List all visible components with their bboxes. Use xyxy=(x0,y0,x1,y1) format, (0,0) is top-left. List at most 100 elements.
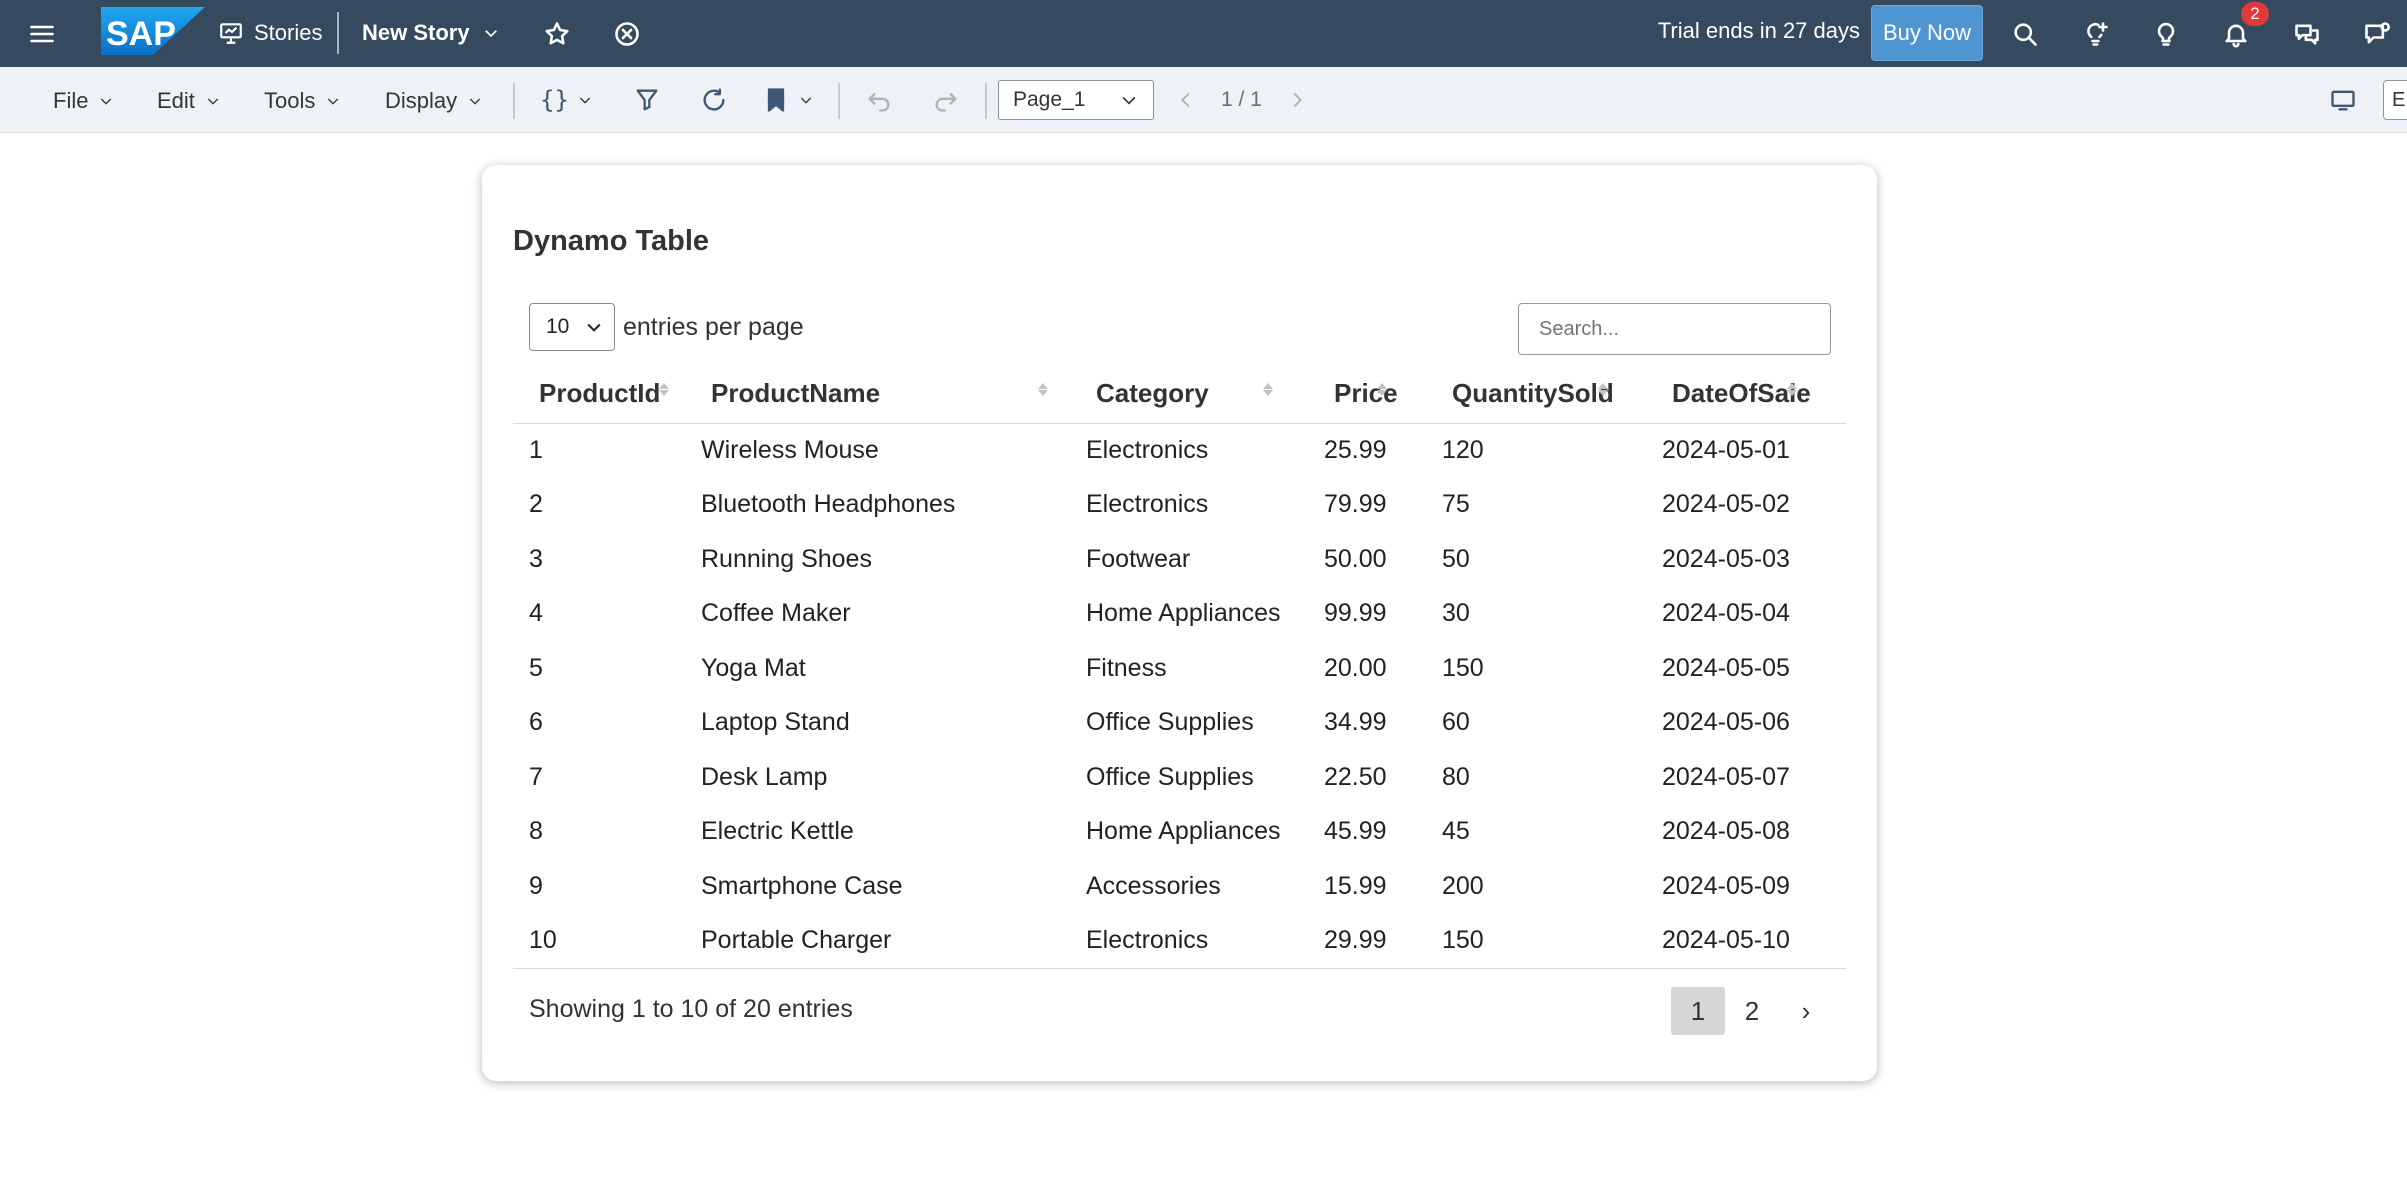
cell-productname: Bluetooth Headphones xyxy=(701,490,956,519)
cell-productid: 4 xyxy=(529,599,543,628)
page-button-1[interactable]: 1 xyxy=(1671,987,1725,1035)
cell-quantitysold: 150 xyxy=(1442,653,1484,682)
table-row: 4 Coffee Maker Home Appliances 99.99 30 2024-… xyxy=(513,587,1846,642)
cell-price: 22.50 xyxy=(1324,762,1387,791)
cell-productid: 3 xyxy=(529,544,543,573)
previous-page-button[interactable] xyxy=(1175,84,1197,116)
cell-productid: 1 xyxy=(529,436,543,464)
column-header-productname[interactable]: ProductName xyxy=(685,365,1070,424)
cell-productid: 2 xyxy=(529,490,543,519)
next-page-button[interactable] xyxy=(1286,84,1308,116)
display-menu[interactable]: Display xyxy=(385,86,483,116)
divider xyxy=(838,83,840,119)
entries-per-page-value: 10 xyxy=(546,315,570,338)
tools-menu-label: Tools xyxy=(264,88,316,113)
cell-price: 29.99 xyxy=(1308,913,1426,969)
dynamo-table-card: Dynamo Table 10 entries per page Product… xyxy=(482,165,1877,1081)
chevron-down-icon xyxy=(101,98,112,105)
cell-productname: Desk Lamp xyxy=(701,762,828,791)
column-header-category[interactable]: Category xyxy=(1070,365,1308,424)
close-circle-icon[interactable] xyxy=(607,14,647,54)
cell-dateofsale: 2024-05-09 xyxy=(1662,871,1790,900)
cell-dateofsale: 2024-05-05 xyxy=(1662,653,1790,682)
sort-icon xyxy=(659,383,669,396)
cell-productid: 7 xyxy=(529,762,543,791)
search-input[interactable] xyxy=(1518,303,1831,355)
column-header-price[interactable]: Price xyxy=(1308,365,1426,424)
chevron-down-icon xyxy=(328,98,339,105)
edit-menu[interactable]: Edit xyxy=(157,86,221,116)
column-header-quantitysold[interactable]: QuantitySold xyxy=(1426,365,1646,424)
chevron-down-icon xyxy=(579,97,591,104)
page-button-2[interactable]: 2 xyxy=(1725,987,1779,1035)
table-row: 6 Laptop Stand Office Supplies 34.99 60 2024-… xyxy=(513,696,1846,751)
cell-category: Electronics xyxy=(1086,436,1209,464)
refresh-button[interactable] xyxy=(700,84,728,116)
stories-nav[interactable]: Stories xyxy=(218,16,322,50)
pagination: 1 2 › xyxy=(1671,987,1833,1035)
cell-dateofsale: 2024-05-04 xyxy=(1662,599,1790,628)
cell-dateofsale: 2024-05-07 xyxy=(1662,762,1790,791)
edit-mode-button[interactable]: E xyxy=(2383,80,2407,120)
tools-menu[interactable]: Tools xyxy=(264,86,341,116)
file-menu[interactable]: File xyxy=(53,86,114,116)
cell-category: Footwear xyxy=(1086,544,1191,573)
cell-quantitysold: 60 xyxy=(1442,708,1470,737)
table-header-row: ProductId ProductName Category Price Qua… xyxy=(513,365,1846,424)
undo-button[interactable] xyxy=(865,84,893,116)
cell-category: Fitness xyxy=(1086,653,1167,682)
cell-category: Office Supplies xyxy=(1086,762,1254,791)
svg-text:SAP: SAP xyxy=(106,15,176,53)
table-row: 5 Yoga Mat Fitness 20.00 150 2024-05-05 xyxy=(513,641,1846,696)
stories-label: Stories xyxy=(254,20,323,45)
chevron-down-icon xyxy=(587,323,601,332)
table-info-text: Showing 1 to 10 of 20 entries xyxy=(529,995,853,1023)
table-row: 2 Bluetooth Headphones Electronics 79.99 75 2… xyxy=(513,478,1846,533)
table-row: 1 Wireless Mouse Electronics 25.99 120 2024-0… xyxy=(513,423,1846,478)
card-title: Dynamo Table xyxy=(513,225,710,257)
page-select[interactable]: Page_1 xyxy=(998,80,1154,120)
monitor-icon xyxy=(2331,90,2355,111)
entries-per-page-label: entries per page xyxy=(623,312,804,341)
feedback-icon[interactable] xyxy=(2357,14,2397,54)
favorite-star-icon[interactable] xyxy=(537,14,577,54)
table-row: 10 Portable Charger Electronics 29.99 150 202… xyxy=(513,913,1846,969)
data-table: ProductId ProductName Category Price Qua… xyxy=(513,365,1846,969)
entries-per-page-select[interactable]: 10 xyxy=(529,303,615,351)
table-row: 3 Running Shoes Footwear 50.00 50 2024-05-03 xyxy=(513,532,1846,587)
cell-price: 99.99 xyxy=(1324,599,1387,628)
cell-dateofsale: 2024-05-08 xyxy=(1662,817,1790,846)
cell-price: 79.99 xyxy=(1324,490,1387,519)
cell-productname: Electric Kettle xyxy=(701,817,854,846)
cell-quantitysold: 45 xyxy=(1442,817,1470,846)
next-page-arrow[interactable]: › xyxy=(1779,987,1833,1035)
column-header-dateofsale[interactable]: DateOfSale xyxy=(1646,365,1846,424)
bookmark-button[interactable] xyxy=(762,84,814,116)
lightbulb-add-icon[interactable] xyxy=(2076,14,2116,54)
sort-icon xyxy=(1377,383,1387,396)
divider xyxy=(513,83,515,119)
buy-now-button[interactable]: Buy Now xyxy=(1871,5,1983,61)
column-header-productid[interactable]: ProductId xyxy=(513,365,685,424)
redo-button[interactable] xyxy=(932,84,960,116)
cell-quantitysold: 75 xyxy=(1442,490,1470,519)
discussion-icon[interactable] xyxy=(2287,14,2327,54)
story-name-menu[interactable]: New Story xyxy=(362,16,500,50)
filter-button[interactable] xyxy=(633,84,661,116)
chevron-left-icon xyxy=(1181,92,1190,108)
cell-price: 15.99 xyxy=(1324,871,1387,900)
cell-productname: Yoga Mat xyxy=(701,653,806,682)
menu-icon[interactable] xyxy=(22,14,62,54)
lightbulb-icon[interactable] xyxy=(2146,14,2186,54)
cell-productname: Wireless Mouse xyxy=(701,436,879,464)
table-row: 9 Smartphone Case Accessories 15.99 200 2024-… xyxy=(513,859,1846,914)
cell-category: Electronics xyxy=(1070,913,1308,969)
sap-logo: SAP xyxy=(101,7,205,55)
search-icon[interactable] xyxy=(2005,14,2045,54)
present-button[interactable] xyxy=(2329,84,2357,116)
cell-productname: Portable Charger xyxy=(685,913,1070,969)
chevron-down-icon xyxy=(207,98,219,105)
chevron-down-icon xyxy=(1122,96,1136,105)
scripting-button[interactable]: {} xyxy=(540,84,593,116)
page-count: 1 / 1 xyxy=(1221,88,1262,111)
